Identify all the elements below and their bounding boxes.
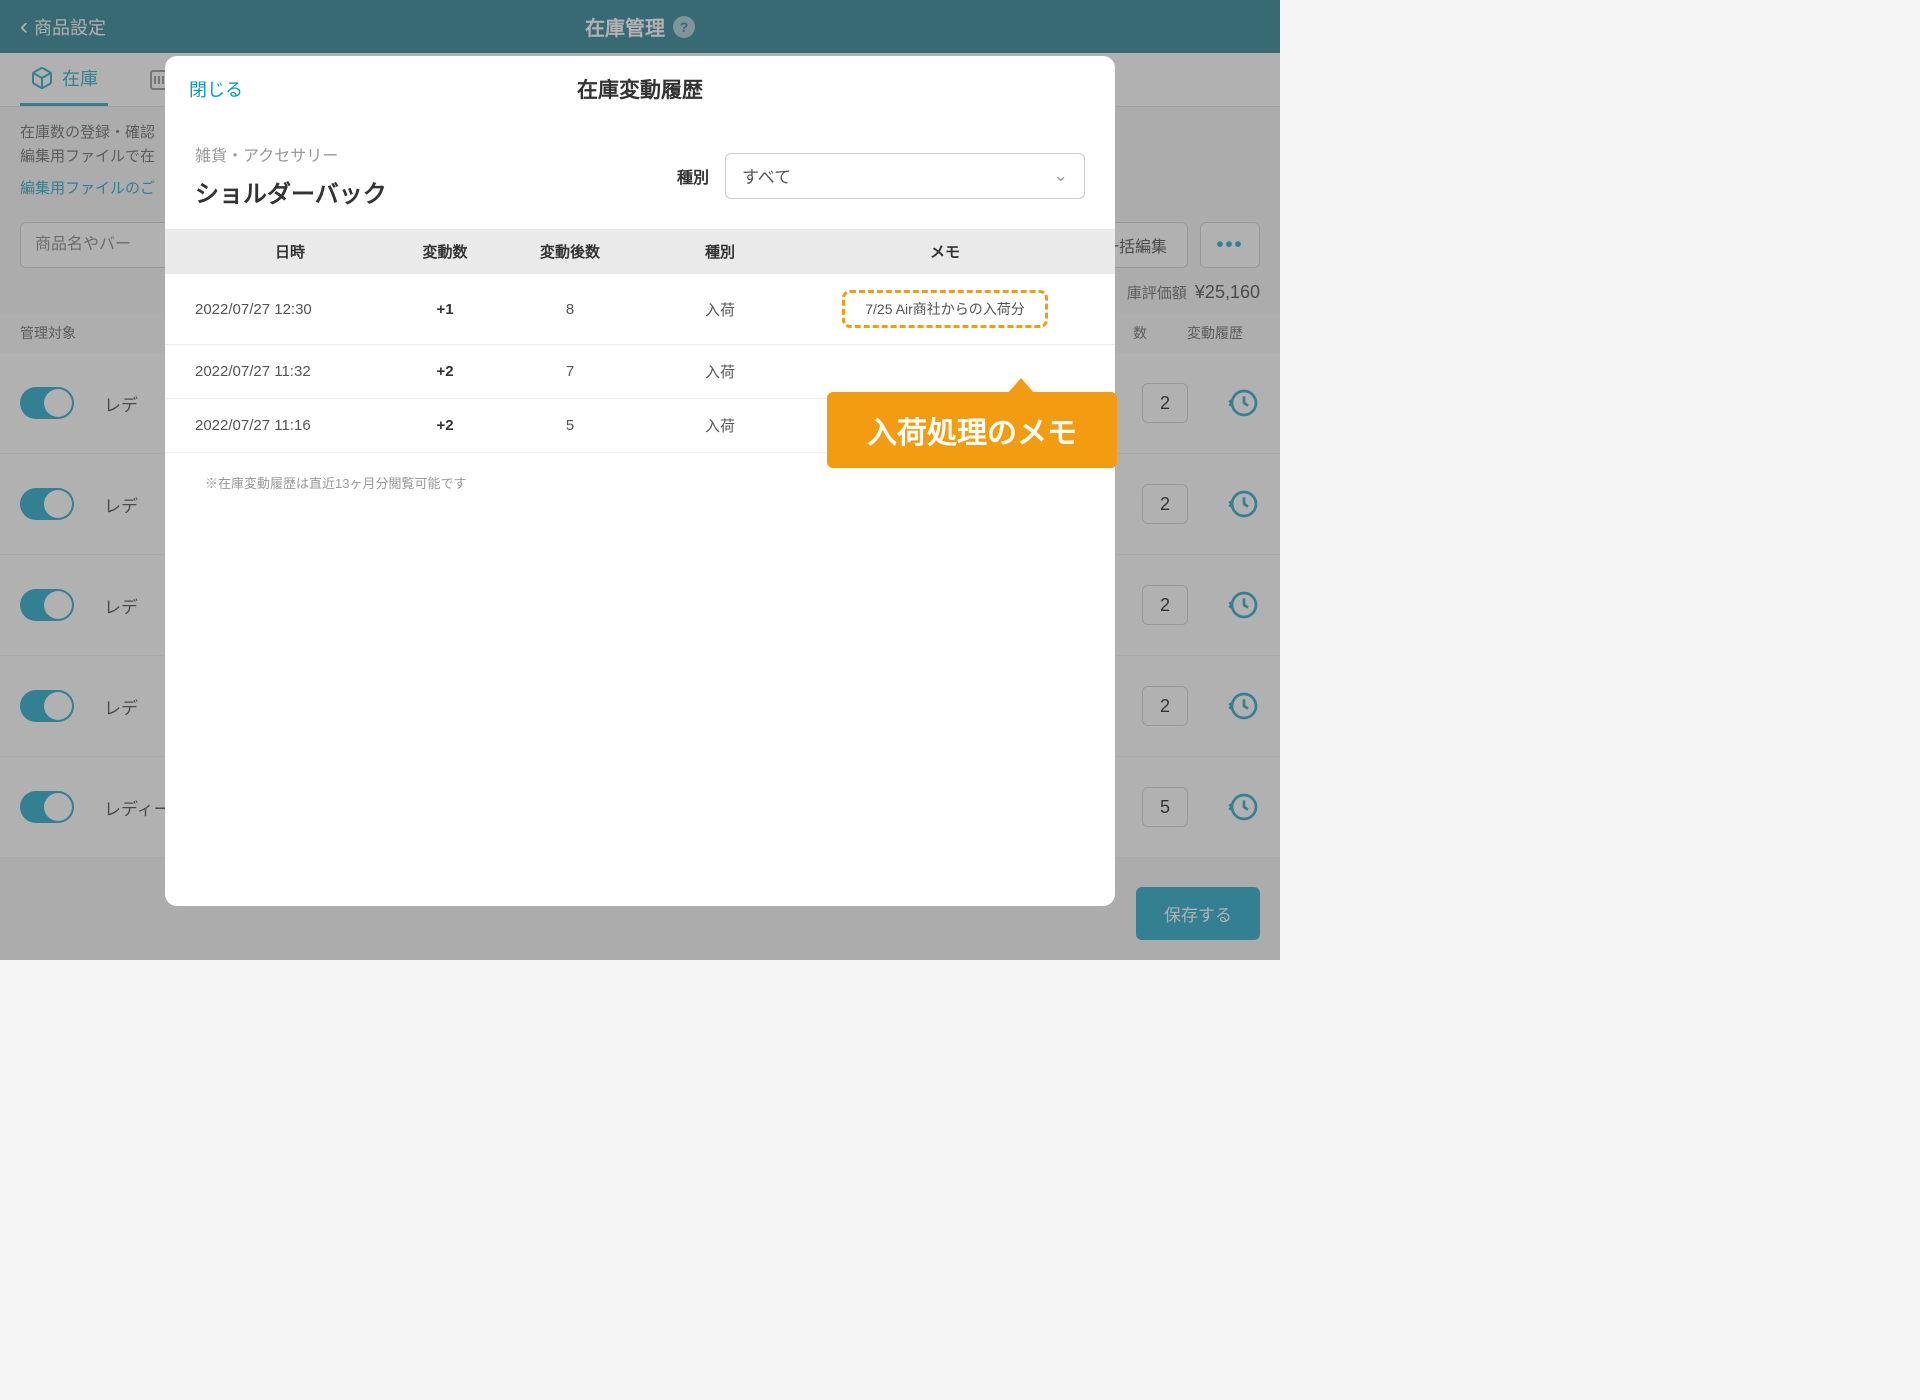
history-row: 2022/07/27 12:30 +1 8 入荷 7/25 Air商社からの入荷…: [165, 274, 1115, 345]
cell-type: 入荷: [635, 299, 805, 320]
modal-subheader: 雑貨・アクセサリー ショルダーバック 種別 すべて ⌄: [165, 118, 1115, 229]
cell-memo: 7/25 Air商社からの入荷分: [805, 290, 1085, 328]
cell-date: 2022/07/27 11:16: [195, 417, 385, 434]
type-select[interactable]: すべて ⌄: [725, 153, 1085, 199]
history-table-header: 日時 変動数 変動後数 種別 メモ: [165, 229, 1115, 274]
modal-title: 在庫変動履歴: [577, 74, 703, 104]
cell-after: 7: [505, 363, 635, 380]
product-name: ショルダーバック: [195, 174, 387, 209]
modal-header: 閉じる 在庫変動履歴: [165, 56, 1115, 118]
cell-delta: +2: [385, 417, 505, 434]
cell-date: 2022/07/27 11:32: [195, 363, 385, 380]
filter-label: 種別: [677, 164, 709, 188]
memo-highlight: 7/25 Air商社からの入荷分: [842, 290, 1047, 328]
history-modal: 閉じる 在庫変動履歴 雑貨・アクセサリー ショルダーバック 種別 すべて ⌄ 日…: [165, 56, 1115, 906]
modal-overlay[interactable]: 閉じる 在庫変動履歴 雑貨・アクセサリー ショルダーバック 種別 すべて ⌄ 日…: [0, 0, 1280, 960]
cell-date: 2022/07/27 12:30: [195, 301, 385, 318]
cell-type: 入荷: [635, 361, 805, 382]
cell-after: 8: [505, 301, 635, 318]
cell-type: 入荷: [635, 415, 805, 436]
close-button[interactable]: 閉じる: [189, 76, 243, 102]
history-row: 2022/07/27 11:32 +2 7 入荷: [165, 345, 1115, 399]
product-info: 雑貨・アクセサリー ショルダーバック: [195, 142, 387, 209]
callout-annotation: 入荷処理のメモ: [827, 392, 1117, 468]
category-label: 雑貨・アクセサリー: [195, 142, 387, 166]
filter-group: 種別 すべて ⌄: [677, 153, 1085, 199]
cell-delta: +2: [385, 363, 505, 380]
chevron-down-icon: ⌄: [1054, 166, 1068, 186]
cell-after: 5: [505, 417, 635, 434]
cell-delta: +1: [385, 301, 505, 318]
